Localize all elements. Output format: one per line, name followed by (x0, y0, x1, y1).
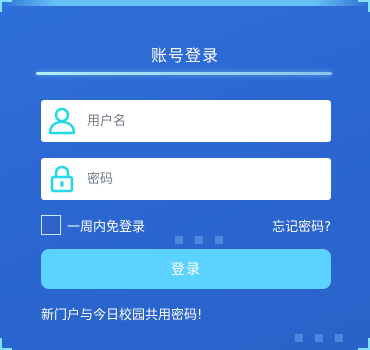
password-field[interactable] (41, 158, 331, 200)
background-dot (195, 236, 203, 244)
page-title: 账号登录 (150, 46, 219, 65)
background-dot (215, 236, 223, 244)
login-panel: 账号登录 一周内免登录 忘记密码? 登录 新门户与今日校园共用密码! (0, 0, 370, 350)
top-glow-decoration (0, 0, 370, 6)
username-input[interactable] (83, 106, 311, 136)
corner-decoration (0, 338, 12, 350)
corner-decoration (0, 0, 12, 12)
background-dot (335, 334, 343, 342)
forgot-password-link[interactable]: 忘记密码? (272, 216, 331, 235)
background-dot (295, 334, 303, 342)
remember-checkbox[interactable] (41, 215, 61, 235)
username-field[interactable] (41, 100, 331, 142)
background-dot (175, 236, 183, 244)
lock-icon (41, 158, 83, 200)
remember-label: 一周内免登录 (67, 219, 146, 235)
password-input[interactable] (83, 164, 311, 194)
user-icon (41, 100, 83, 142)
login-button[interactable]: 登录 (41, 249, 331, 289)
corner-decoration (358, 0, 370, 12)
remember-me-toggle[interactable]: 一周内免登录 (41, 215, 145, 235)
background-dot (315, 334, 323, 342)
title-underline (36, 72, 332, 75)
corner-decoration (358, 338, 370, 350)
remember-row: 一周内免登录 忘记密码? (41, 214, 331, 236)
password-notice: 新门户与今日校园共用密码! (41, 308, 203, 323)
